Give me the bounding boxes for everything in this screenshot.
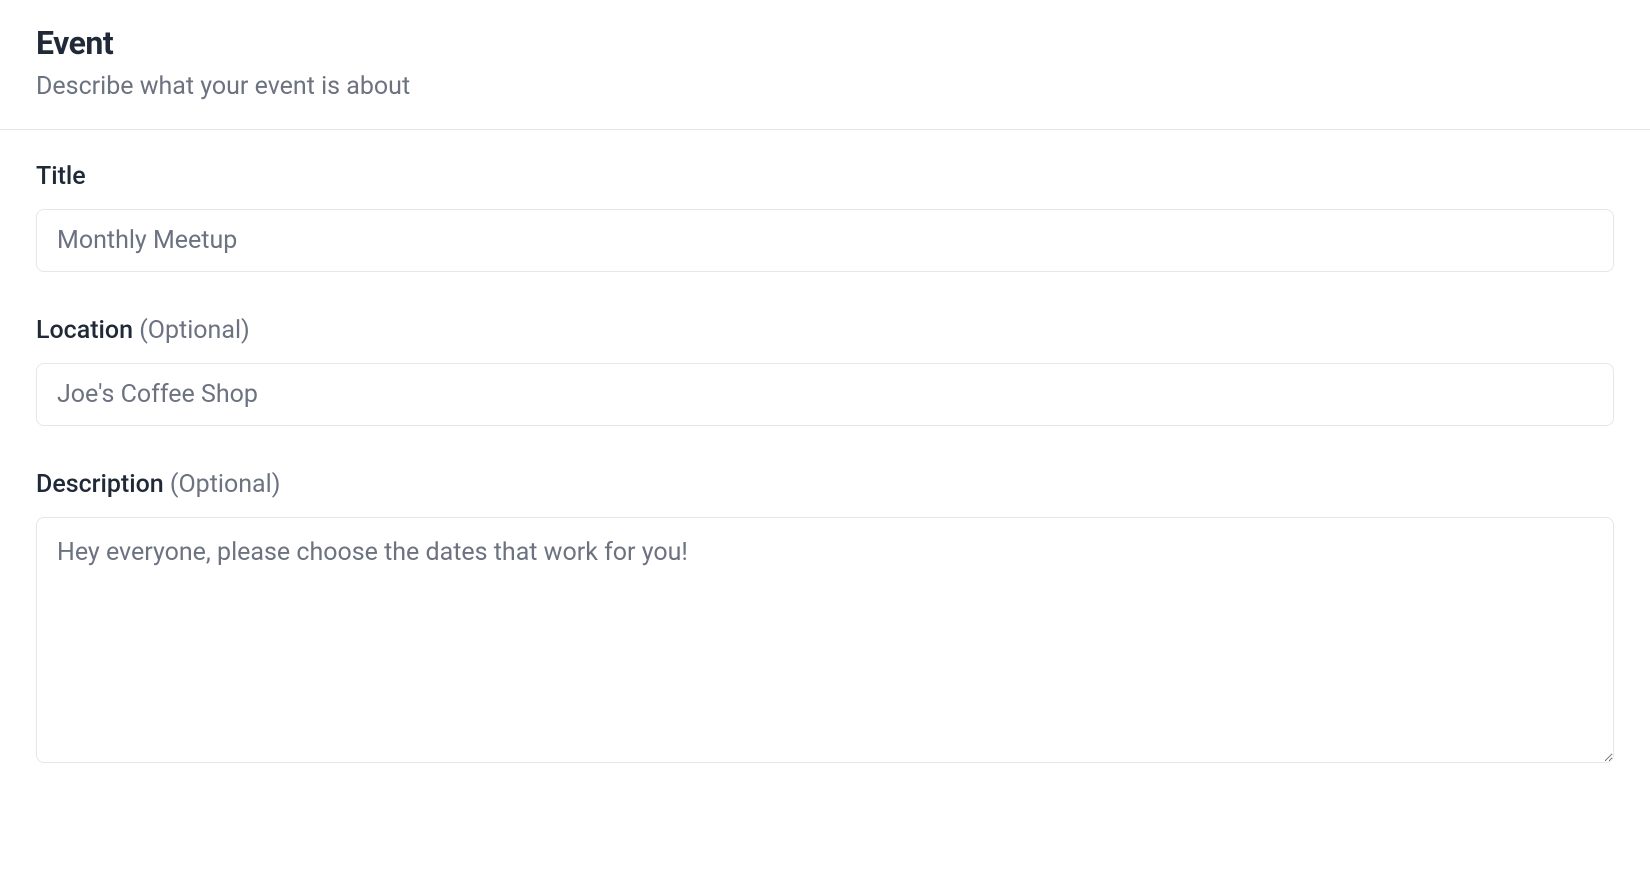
event-form: Title Location (Optional) Description (O… [0,130,1650,843]
form-header: Event Describe what your event is about [0,0,1650,130]
location-input[interactable] [36,363,1614,426]
title-label-text: Title [36,162,86,191]
page-title: Event [36,24,1614,62]
location-label-text: Location [36,316,139,345]
location-field-group: Location (Optional) [36,316,1614,426]
title-label: Title [36,162,1614,191]
description-optional-text: (Optional) [170,470,281,499]
description-label-text: Description [36,470,170,499]
title-input[interactable] [36,209,1614,272]
title-field-group: Title [36,162,1614,272]
description-label: Description (Optional) [36,470,1614,499]
description-textarea[interactable] [36,517,1614,763]
description-field-group: Description (Optional) [36,470,1614,767]
page-subtitle: Describe what your event is about [36,72,1614,101]
location-optional-text: (Optional) [139,316,250,345]
location-label: Location (Optional) [36,316,1614,345]
